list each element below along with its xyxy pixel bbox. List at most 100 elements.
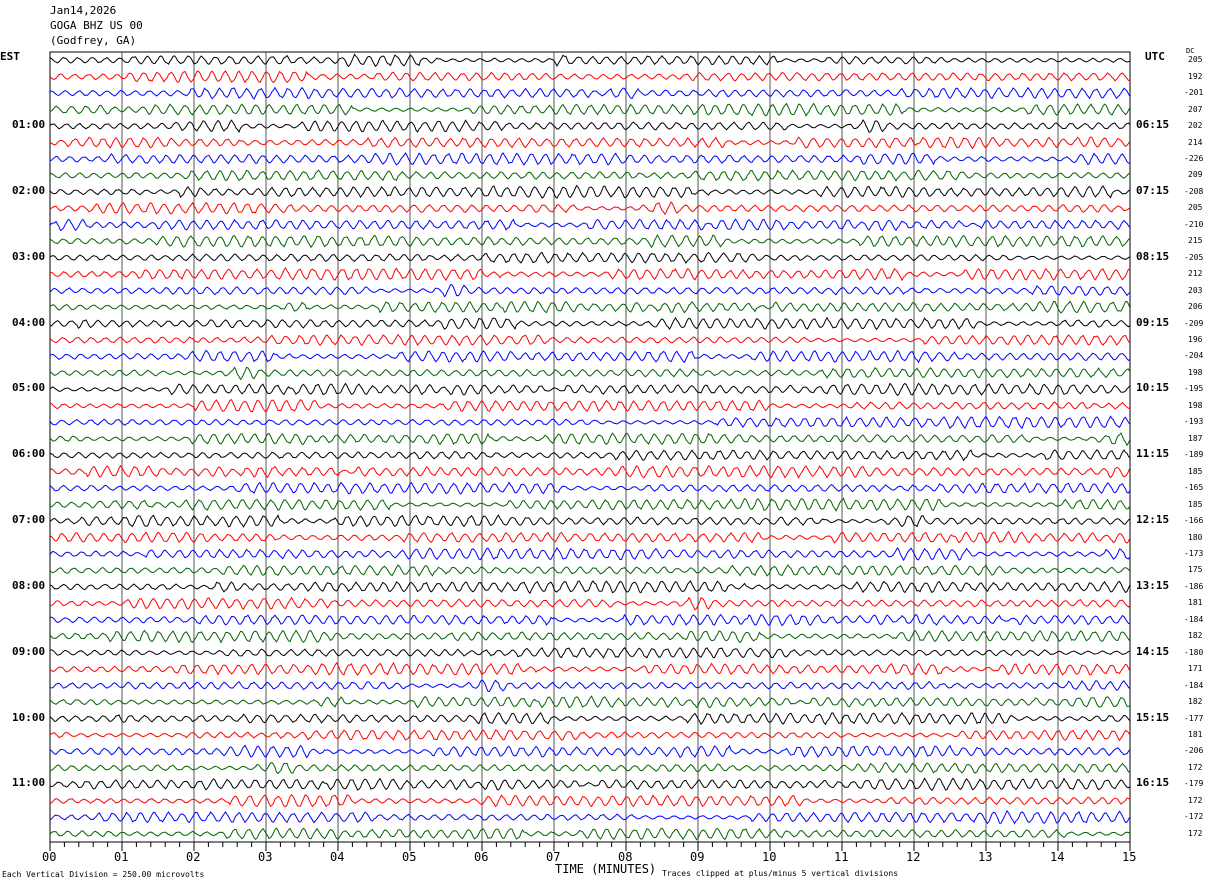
seismic-trace xyxy=(49,464,1131,479)
dc-offset-value: 172 xyxy=(1188,828,1203,838)
dc-offset-value: 175 xyxy=(1188,565,1203,575)
x-tick-label: 10 xyxy=(762,850,777,864)
dc-offset-value: 182 xyxy=(1188,697,1203,707)
dc-offset-value: 172 xyxy=(1188,795,1203,805)
seismic-trace xyxy=(49,201,1131,216)
dc-offset-value: 171 xyxy=(1188,664,1203,674)
dc-offset-value: 198 xyxy=(1188,367,1203,377)
est-hour-label: 07:00 xyxy=(12,513,46,527)
seismic-trace xyxy=(49,497,1131,512)
dc-offset-value: 202 xyxy=(1188,121,1203,131)
seismic-trace xyxy=(49,300,1131,314)
dc-offset-value: -189 xyxy=(1184,450,1204,460)
seismic-trace xyxy=(49,432,1131,447)
dc-offset-value: -184 xyxy=(1184,680,1204,690)
seismic-trace xyxy=(49,251,1131,264)
dc-offset-value: 185 xyxy=(1188,499,1203,509)
seismic-trace xyxy=(49,827,1131,841)
dc-offset-value: -165 xyxy=(1184,483,1204,493)
dc-offset-value: -193 xyxy=(1184,417,1204,427)
seismic-trace xyxy=(49,613,1131,627)
dc-offset-value: -201 xyxy=(1184,88,1204,98)
x-tick-label: 09 xyxy=(690,850,705,864)
seismic-trace xyxy=(49,546,1131,562)
seismic-trace xyxy=(49,596,1131,611)
dc-offset-value: 215 xyxy=(1188,236,1203,246)
seismic-trace xyxy=(49,629,1131,644)
seismic-trace xyxy=(49,184,1131,199)
dc-offset-value: -210 xyxy=(1184,219,1204,229)
seismic-trace xyxy=(49,399,1131,413)
dc-offset-value: 182 xyxy=(1188,631,1203,641)
seismic-trace xyxy=(49,333,1131,347)
dc-offset-value: -209 xyxy=(1184,318,1204,328)
seismic-trace xyxy=(49,646,1131,659)
footer-scale: Each Vertical Division = 250.00 microvol… xyxy=(2,870,205,879)
seismic-trace xyxy=(49,580,1131,595)
x-axis-title: TIME (MINUTES) xyxy=(555,862,657,876)
dc-offset-value: 192 xyxy=(1188,71,1203,81)
seismic-trace xyxy=(49,514,1131,528)
dc-offset-value: -195 xyxy=(1184,384,1204,394)
dc-offset-value: 205 xyxy=(1188,55,1203,65)
dc-offset-value: -172 xyxy=(1184,812,1204,822)
dc-offset-value: -226 xyxy=(1184,153,1204,163)
dc-offset-value: 212 xyxy=(1188,269,1203,279)
utc-hour-label: 14:15 xyxy=(1136,644,1170,658)
utc-hour-label: 11:15 xyxy=(1136,447,1170,461)
est-hour-label: 03:00 xyxy=(12,249,46,263)
seismic-trace xyxy=(50,762,1131,775)
seismic-trace xyxy=(49,793,1131,808)
seismic-trace xyxy=(49,382,1131,397)
dc-offset-value: 180 xyxy=(1188,532,1203,542)
seismic-trace xyxy=(49,366,1131,381)
seismic-trace xyxy=(49,169,1131,182)
dc-offset-value: -177 xyxy=(1184,713,1204,723)
utc-hour-label: 07:15 xyxy=(1136,183,1170,197)
est-hour-label: 05:00 xyxy=(12,381,46,395)
seismic-trace xyxy=(49,102,1131,117)
est-hour-label: 10:00 xyxy=(12,710,46,724)
seismic-trace xyxy=(49,711,1131,726)
seismic-trace xyxy=(49,316,1131,331)
utc-hour-label: 12:15 xyxy=(1136,513,1170,527)
dc-offset-value: 205 xyxy=(1188,203,1203,213)
x-tick-label: 04 xyxy=(330,850,345,864)
dc-offset-value: -208 xyxy=(1184,186,1204,196)
x-tick-label: 13 xyxy=(978,850,993,864)
seismic-trace xyxy=(49,744,1131,759)
seismic-trace xyxy=(49,266,1131,282)
seismic-trace xyxy=(49,349,1131,364)
seismic-trace xyxy=(49,234,1131,249)
dc-offset-value: -205 xyxy=(1184,252,1204,262)
est-hour-label: 01:00 xyxy=(12,118,46,132)
x-tick-label: 03 xyxy=(258,850,273,864)
seismic-trace xyxy=(49,530,1131,544)
seismic-trace xyxy=(49,53,1131,68)
utc-hour-label: 06:15 xyxy=(1136,118,1170,132)
x-tick-label: 11 xyxy=(834,850,849,864)
dc-offset-value: 196 xyxy=(1188,335,1203,345)
est-hour-label: 08:00 xyxy=(12,578,46,592)
x-tick-label: 01 xyxy=(114,850,129,864)
x-tick-label: 00 xyxy=(42,850,57,864)
seismic-trace xyxy=(49,695,1131,709)
dc-offset-value: -180 xyxy=(1184,647,1204,657)
helicorder-plot xyxy=(49,51,1131,851)
utc-hour-label: 09:15 xyxy=(1136,315,1170,329)
dc-offset-value: 185 xyxy=(1188,466,1203,476)
utc-hour-label: 15:15 xyxy=(1136,710,1170,724)
seismic-trace xyxy=(49,679,1131,692)
seismic-trace xyxy=(49,415,1131,430)
dc-offset-value: -186 xyxy=(1184,581,1204,591)
x-tick-label: 15 xyxy=(1122,850,1137,864)
dc-offset-value: 198 xyxy=(1188,400,1203,410)
x-tick-label: 02 xyxy=(186,850,201,864)
dc-offset-value: 206 xyxy=(1188,302,1203,312)
est-hour-label: 06:00 xyxy=(12,447,46,461)
seismic-trace xyxy=(49,729,1131,742)
seismic-trace xyxy=(49,218,1131,232)
dc-offset-value: 209 xyxy=(1188,170,1203,180)
dc-offset-value: 172 xyxy=(1188,762,1203,772)
dc-offset-value: 181 xyxy=(1188,730,1203,740)
